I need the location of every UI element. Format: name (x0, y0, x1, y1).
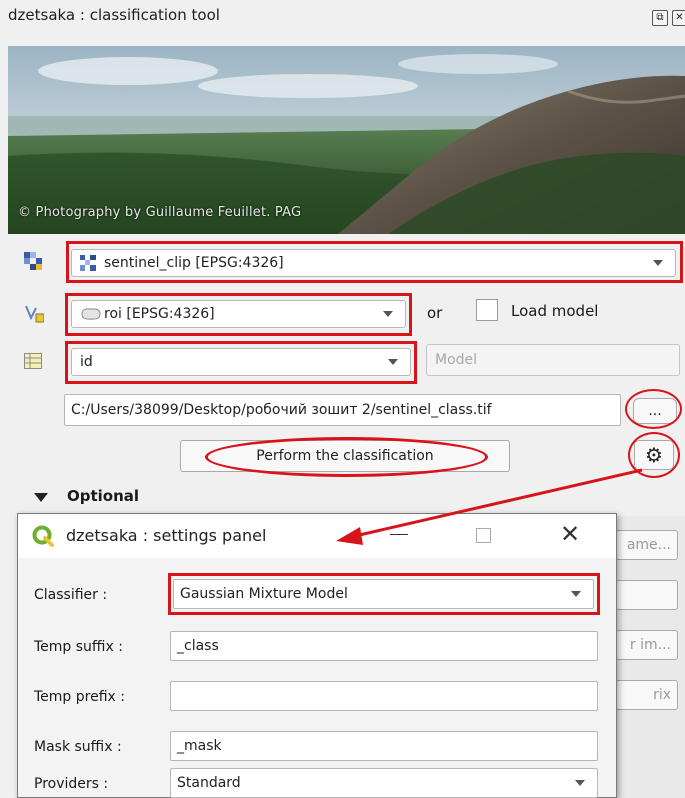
annotation-arrow (336, 468, 643, 545)
